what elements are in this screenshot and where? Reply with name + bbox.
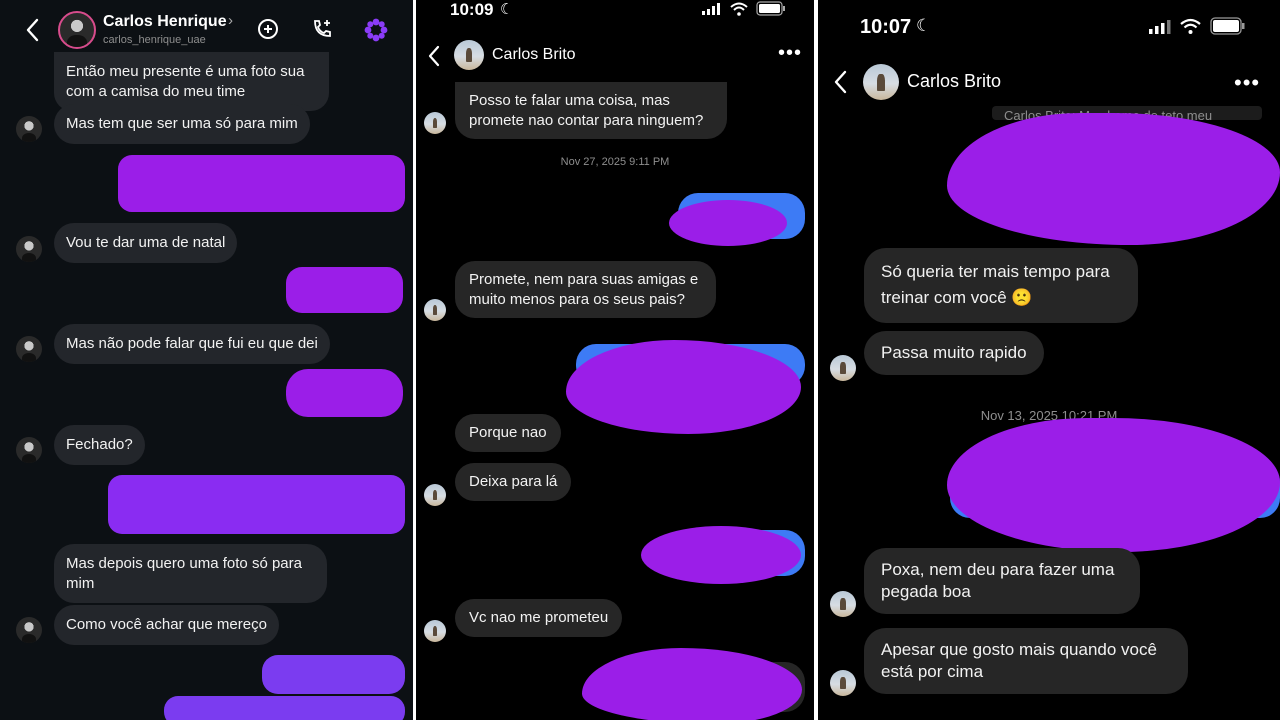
wifi-icon	[730, 2, 748, 16]
signal-icon	[1149, 20, 1171, 34]
more-options-icon[interactable]: •••	[1234, 70, 1260, 96]
moon-icon: ☾	[500, 1, 514, 18]
sent-message-redacted[interactable]	[108, 475, 405, 534]
contact-name[interactable]: Carlos Henrique	[103, 13, 227, 31]
contact-avatar-small	[16, 236, 42, 262]
contact-avatar-small	[424, 112, 446, 134]
status-time: 10:09	[450, 0, 494, 19]
contact-avatar-small	[424, 484, 446, 506]
chat-panel-iphone-1: 10:09 ☾ Carlos Brito ••• Posso te falar …	[416, 0, 814, 720]
sent-message-redacted[interactable]	[262, 655, 405, 694]
received-message[interactable]: Apesar que gosto mais quando você está p…	[864, 628, 1188, 695]
received-message[interactable]: Fechado?	[54, 425, 145, 465]
contact-name[interactable]: Carlos Brito	[907, 71, 1001, 92]
received-message[interactable]: Como você achar que mereço	[54, 605, 279, 645]
battery-icon	[756, 1, 786, 16]
received-message[interactable]: Vc nao me prometeu	[455, 599, 623, 637]
contact-avatar-small	[424, 299, 446, 321]
received-message[interactable]: Deixa para lá	[455, 463, 572, 501]
back-arrow-icon[interactable]	[24, 17, 42, 43]
received-message[interactable]: Então meu presente é uma foto sua com a …	[54, 52, 329, 111]
phone-add-icon[interactable]	[310, 17, 334, 41]
received-message[interactable]: Porque nao	[455, 414, 561, 452]
contact-avatar-small	[424, 620, 446, 642]
received-message[interactable]: Passa muito rapido	[864, 331, 1044, 376]
sent-message-redacted[interactable]	[118, 155, 405, 212]
contact-handle: carlos_henrique_uae	[103, 34, 206, 46]
sent-message-redacted[interactable]	[286, 267, 403, 313]
video-call-icon[interactable]	[256, 17, 280, 41]
received-message[interactable]: Posso te falar uma coisa, mas promete na…	[455, 82, 727, 139]
received-message[interactable]: Mas tem que ser uma só para mim	[54, 104, 310, 144]
contact-name[interactable]: Carlos Brito	[492, 46, 576, 64]
signal-icon	[702, 3, 722, 15]
date-divider: Nov 27, 2025 9:11 PM	[560, 156, 670, 168]
received-message[interactable]: Vou te dar uma de natal	[54, 223, 238, 263]
chat-panel-instagram-dark: Carlos Henrique › carlos_henrique_uae En…	[0, 0, 413, 720]
battery-icon	[1210, 17, 1246, 35]
sparkle-icon[interactable]	[363, 17, 389, 43]
redaction-mark	[582, 648, 802, 720]
contact-avatar-small	[16, 116, 42, 142]
contact-avatar-small	[830, 591, 856, 617]
status-time: 10:07	[860, 16, 912, 38]
more-options-icon[interactable]: •••	[778, 42, 802, 65]
contact-avatar[interactable]	[58, 11, 96, 49]
contact-avatar[interactable]	[454, 40, 484, 70]
sent-message-redacted[interactable]	[164, 696, 405, 720]
received-message[interactable]: Poxa, nem deu para fazer uma pegada boa	[864, 548, 1140, 615]
wifi-icon	[1180, 18, 1201, 34]
redaction-mark	[669, 200, 787, 246]
back-arrow-icon[interactable]	[427, 45, 441, 67]
redaction-mark	[566, 340, 801, 434]
received-message[interactable]: Só queria ter mais tempo para treinar co…	[864, 248, 1138, 323]
contact-avatar-small	[830, 355, 856, 381]
redaction-mark	[947, 418, 1280, 552]
received-message[interactable]: Promete, nem para suas amigas e muito me…	[455, 261, 716, 318]
back-arrow-icon[interactable]	[832, 69, 848, 95]
contact-avatar-small	[830, 670, 856, 696]
received-message[interactable]: Mas depois quero uma foto só para mim	[54, 544, 327, 603]
moon-icon: ☾	[916, 16, 932, 35]
sent-message-redacted[interactable]	[286, 369, 403, 417]
redaction-mark	[947, 113, 1280, 245]
contact-avatar[interactable]	[863, 64, 899, 100]
chat-panel-iphone-2: 10:07 ☾ Carlos Brito ••• Carlos Brito: M…	[818, 0, 1280, 720]
chevron-right-icon: ›	[228, 12, 233, 29]
contact-avatar-small	[16, 336, 42, 362]
contact-avatar-small	[16, 437, 42, 463]
redaction-mark	[641, 526, 801, 584]
received-message[interactable]: Mas não pode falar que fui eu que dei	[54, 324, 330, 364]
contact-avatar-small	[16, 617, 42, 643]
